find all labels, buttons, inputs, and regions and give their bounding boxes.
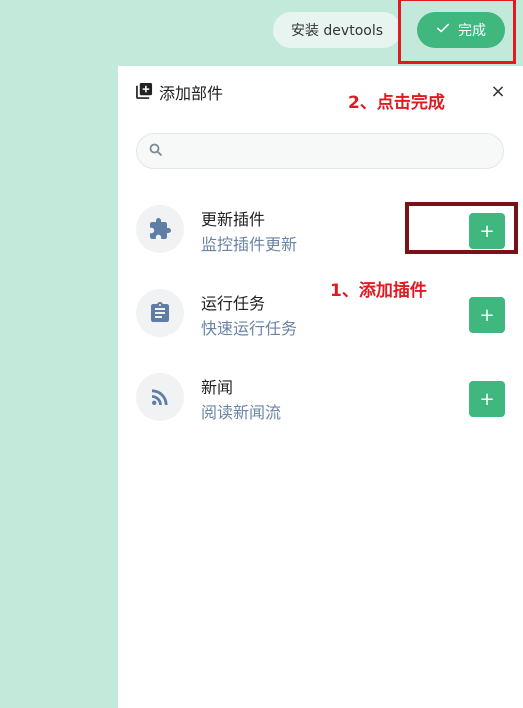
add-widget-button[interactable]: +	[469, 213, 505, 249]
check-icon	[436, 21, 450, 39]
rss-icon	[136, 373, 184, 421]
search-field[interactable]	[136, 133, 504, 169]
add-widget-panel: 添加部件 × 2、点击完成 更新插件 监控插件更新 + 1、添加插件 运行任务 …	[118, 66, 523, 708]
widget-description: 阅读新闻流	[201, 403, 282, 422]
widget-item-update-plugins: 更新插件 监控插件更新 +	[136, 201, 506, 257]
puzzle-icon	[136, 205, 184, 253]
add-widget-button[interactable]: +	[469, 381, 505, 417]
widget-description: 监控插件更新	[201, 235, 298, 254]
install-devtools-button[interactable]: 安装 devtools	[273, 12, 401, 48]
panel-title: 添加部件	[159, 84, 224, 103]
clipboard-icon	[136, 289, 184, 337]
widget-title: 更新插件	[201, 210, 266, 229]
add-widget-icon	[136, 82, 153, 103]
search-icon	[149, 142, 163, 161]
annotation-step-2: 2、点击完成	[348, 93, 445, 113]
top-bar: 安装 devtools 完成	[0, 0, 523, 66]
done-label: 完成	[458, 23, 486, 39]
widget-description: 快速运行任务	[201, 319, 298, 338]
close-icon[interactable]: ×	[488, 81, 508, 102]
widget-title: 新闻	[201, 378, 234, 397]
done-button[interactable]: 完成	[417, 12, 505, 48]
add-widget-button[interactable]: +	[469, 297, 505, 333]
install-devtools-label: 安装 devtools	[290, 23, 384, 39]
widget-title: 运行任务	[201, 294, 266, 313]
widget-item-run-task: 运行任务 快速运行任务 +	[136, 285, 506, 341]
search-input[interactable]	[171, 142, 495, 160]
widget-item-news: 新闻 阅读新闻流 +	[136, 369, 506, 425]
panel-header: 添加部件	[136, 81, 223, 103]
